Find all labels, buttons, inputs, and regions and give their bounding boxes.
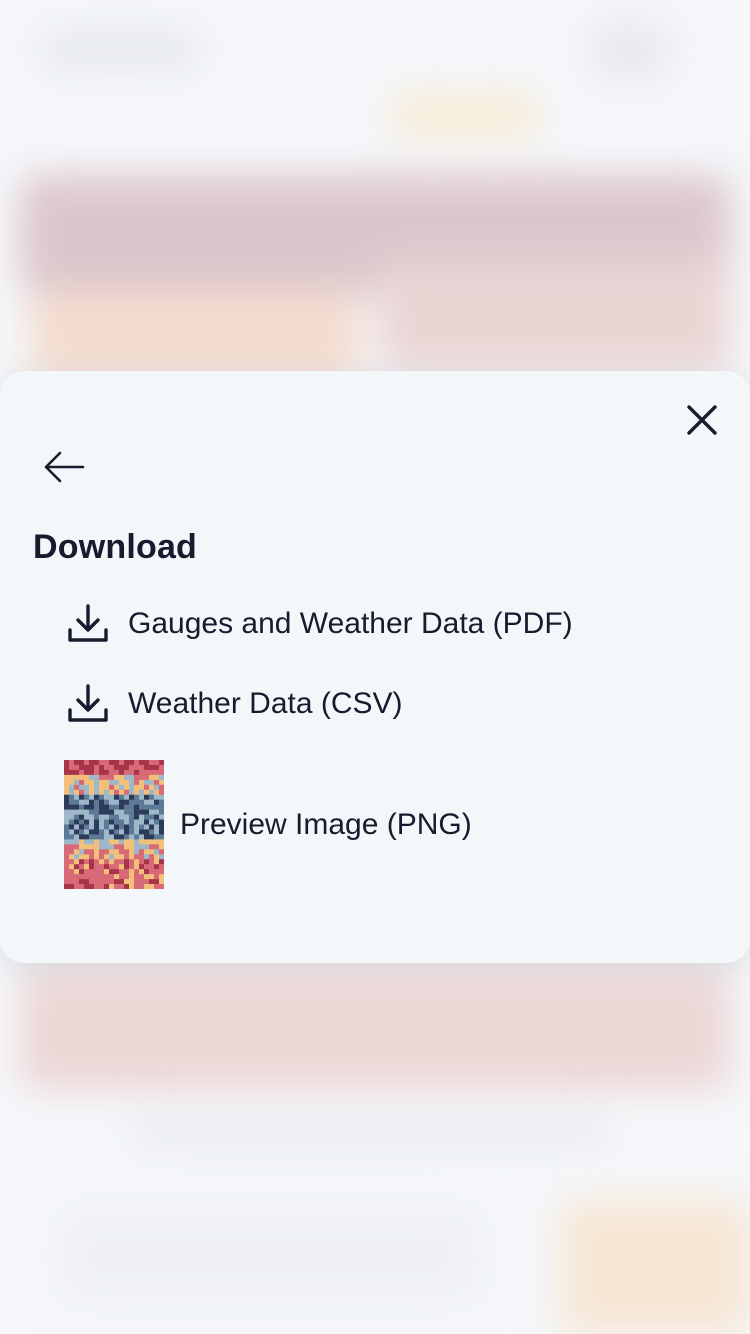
close-button[interactable] <box>678 396 726 444</box>
preview-thumbnail <box>64 760 164 889</box>
download-png-label: Preview Image (PNG) <box>180 807 472 841</box>
download-png-option[interactable]: Preview Image (PNG) <box>64 760 472 889</box>
download-pdf-option[interactable]: Gauges and Weather Data (PDF) <box>60 596 573 652</box>
download-icon <box>60 676 116 732</box>
download-csv-option[interactable]: Weather Data (CSV) <box>60 676 403 732</box>
back-button[interactable] <box>38 444 90 490</box>
download-icon <box>60 596 116 652</box>
arrow-left-icon <box>44 451 85 483</box>
download-csv-label: Weather Data (CSV) <box>128 687 403 720</box>
download-pdf-label: Gauges and Weather Data (PDF) <box>128 607 573 640</box>
close-icon <box>687 405 717 435</box>
modal-title: Download <box>33 528 198 566</box>
